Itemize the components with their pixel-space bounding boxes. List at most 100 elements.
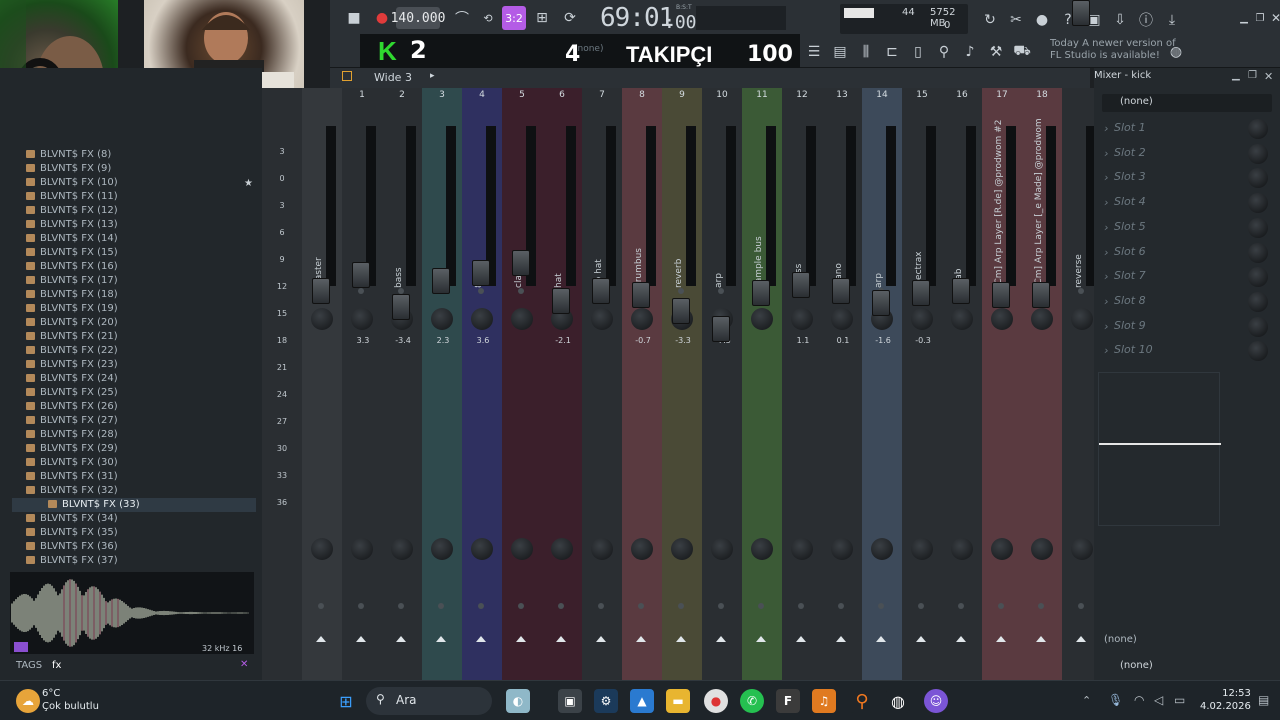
- volume-fader[interactable]: [992, 282, 1010, 308]
- stereo-knob[interactable]: [1071, 538, 1093, 560]
- pan-knob[interactable]: [1031, 308, 1053, 330]
- info-icon[interactable]: ⓘ: [1134, 8, 1158, 32]
- volume-fader[interactable]: [552, 288, 570, 314]
- chat-app-icon[interactable]: ☺: [924, 689, 948, 713]
- browser-item[interactable]: BLVNT$ FX (11): [26, 190, 118, 204]
- wifi-icon[interactable]: ◠: [1134, 693, 1144, 707]
- mixer-strip[interactable]: 13 piano 0.1: [822, 88, 862, 680]
- pattern-indicator[interactable]: 3:2: [502, 6, 526, 30]
- fx-toggle[interactable]: [998, 603, 1004, 609]
- browser-item[interactable]: BLVNT$ FX (32): [26, 484, 118, 498]
- browser-item[interactable]: BLVNT$ FX (12): [26, 204, 118, 218]
- steam-icon[interactable]: ⚙: [594, 689, 618, 713]
- browser-item[interactable]: BLVNT$ FX (21): [26, 330, 118, 344]
- browser-item[interactable]: BLVNT$ FX (29): [26, 442, 118, 456]
- arrow-right-icon[interactable]: ▸: [430, 71, 435, 81]
- browser-item[interactable]: BLVNT$ FX (22): [26, 344, 118, 358]
- route-dot[interactable]: [518, 288, 524, 294]
- volume-fader[interactable]: [912, 280, 930, 306]
- fx-toggle[interactable]: [758, 603, 764, 609]
- mixer-strip[interactable]: 48083.6: [462, 88, 502, 680]
- stereo-knob[interactable]: [551, 538, 573, 560]
- dj-icon[interactable]: ♪: [958, 40, 982, 64]
- tags-input[interactable]: fx: [52, 660, 61, 671]
- effect-slot[interactable]: › Slot 4: [1100, 192, 1276, 214]
- weather-widget[interactable]: 6°C Çok bulutlu: [42, 687, 99, 713]
- pan-knob[interactable]: [631, 308, 653, 330]
- effect-slot[interactable]: › Slot 8: [1100, 291, 1276, 313]
- send-arrow-icon[interactable]: [396, 636, 406, 642]
- stereo-knob[interactable]: [791, 538, 813, 560]
- stereo-knob[interactable]: [911, 538, 933, 560]
- wait-input-icon[interactable]: ⟲: [476, 6, 500, 30]
- slot-mix-knob[interactable]: [1248, 316, 1268, 337]
- stereo-knob[interactable]: [871, 538, 893, 560]
- slot-mix-knob[interactable]: [1248, 341, 1268, 362]
- send-arrow-icon[interactable]: [1036, 636, 1046, 642]
- route-dot[interactable]: [358, 288, 364, 294]
- effect-slot[interactable]: › Slot 10: [1100, 340, 1276, 362]
- effect-slot[interactable]: › Slot 5: [1100, 217, 1276, 239]
- stereo-knob[interactable]: [431, 538, 453, 560]
- search-box[interactable]: ⚲ Ara: [366, 687, 492, 715]
- browser-item[interactable]: BLVNT$ FX (28): [26, 428, 118, 442]
- cart-icon[interactable]: ⛟: [1010, 40, 1034, 64]
- mixer-strip[interactable]: 10arp-7.5: [702, 88, 742, 680]
- send-arrow-icon[interactable]: [356, 636, 366, 642]
- stereo-knob[interactable]: [711, 538, 733, 560]
- task-view-icon[interactable]: ▣: [558, 689, 582, 713]
- panel-close-button[interactable]: ✕: [1264, 70, 1273, 83]
- output-2[interactable]: (none): [1120, 660, 1153, 671]
- stereo-knob[interactable]: [831, 538, 853, 560]
- tools-icon[interactable]: ⚒: [984, 40, 1008, 64]
- mic-tray-icon[interactable]: 🎙: [1108, 693, 1123, 707]
- send-arrow-icon[interactable]: [516, 636, 526, 642]
- mixer-strip[interactable]: 14 arp -1.6: [862, 88, 902, 680]
- eq-display[interactable]: [1098, 372, 1221, 526]
- browser-item[interactable]: BLVNT$ FX (8): [26, 148, 111, 162]
- pan-knob[interactable]: [351, 308, 373, 330]
- slot-mix-knob[interactable]: [1248, 143, 1268, 164]
- clock[interactable]: 12:53 4.02.2026: [1200, 687, 1251, 713]
- mixer-strip[interactable]: 15 electrax -0.3: [902, 88, 942, 680]
- mixer-strip[interactable]: 12brass1.1: [782, 88, 822, 680]
- send-arrow-icon[interactable]: [316, 636, 326, 642]
- stereo-knob[interactable]: [391, 538, 413, 560]
- volume-fader[interactable]: [952, 278, 970, 304]
- fx-toggle[interactable]: [678, 603, 684, 609]
- stereo-knob[interactable]: [311, 538, 333, 560]
- volume-fader[interactable]: [832, 278, 850, 304]
- volume-fader[interactable]: [672, 298, 690, 324]
- send-arrow-icon[interactable]: [556, 636, 566, 642]
- mic-icon[interactable]: ●: [1030, 8, 1054, 32]
- search-app-icon[interactable]: ⚲: [850, 689, 874, 713]
- mixer-strip[interactable]: 2 bass -3.4: [382, 88, 422, 680]
- fx-toggle[interactable]: [1038, 603, 1044, 609]
- pan-knob[interactable]: [1071, 308, 1093, 330]
- panel-minimize-button[interactable]: ▁: [1232, 70, 1240, 81]
- mixer-strip[interactable]: 6 hat -2.1: [542, 88, 582, 680]
- volume-fader[interactable]: [792, 272, 810, 298]
- favorite-star-icon[interactable]: ★: [244, 178, 253, 189]
- stop-button[interactable]: ■: [342, 6, 366, 30]
- browser-item[interactable]: BLVNT$ FX (35): [26, 526, 118, 540]
- playlist-icon[interactable]: ▤: [828, 40, 852, 64]
- browser-item[interactable]: BLVNT$ FX (27): [26, 414, 118, 428]
- send-arrow-icon[interactable]: [796, 636, 806, 642]
- slot-mix-knob[interactable]: [1248, 217, 1268, 238]
- effect-slot[interactable]: › Slot 1: [1100, 118, 1276, 140]
- tag-clear-icon[interactable]: ✕: [240, 659, 248, 670]
- fx-toggle[interactable]: [918, 603, 924, 609]
- fx-toggle[interactable]: [1078, 603, 1084, 609]
- fx-toggle[interactable]: [398, 603, 404, 609]
- mixer-strip[interactable]: 9 reverb -3.3: [662, 88, 702, 680]
- widgets-icon[interactable]: ◐: [506, 689, 530, 713]
- layout-icon[interactable]: [342, 71, 352, 81]
- input-select[interactable]: (none): [1102, 94, 1272, 112]
- panel-maximize-button[interactable]: ❐: [1248, 70, 1257, 81]
- volume-fader[interactable]: [752, 280, 770, 306]
- stereo-knob[interactable]: [631, 538, 653, 560]
- effect-slot[interactable]: › Slot 7: [1100, 266, 1276, 288]
- mixer-strip[interactable]: 11 sample bus: [742, 88, 782, 680]
- fx-toggle[interactable]: [438, 603, 444, 609]
